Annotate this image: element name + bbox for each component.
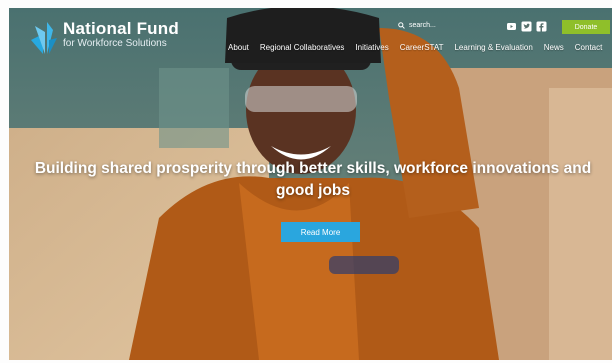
logo-mark-icon: [31, 22, 57, 54]
facebook-icon[interactable]: [536, 21, 547, 32]
nav-item-learning-evaluation[interactable]: Learning & Evaluation: [454, 43, 532, 52]
brand-name: National Fund: [63, 19, 179, 38]
hero-headline-line1: Building shared prosperity through bette…: [34, 160, 592, 177]
nav-item-news[interactable]: News: [544, 43, 564, 52]
nav-item-regional-collaboratives[interactable]: Regional Collaboratives: [260, 43, 345, 52]
hero-headline-line2: good jobs: [275, 182, 351, 199]
twitter-icon[interactable]: [521, 21, 532, 32]
social-links: [506, 21, 547, 32]
brand-tagline: for Workforce Solutions: [63, 38, 167, 49]
nav-item-contact[interactable]: Contact: [575, 43, 603, 52]
donate-button[interactable]: Donate: [562, 20, 610, 34]
page-frame: National Fund for Workforce Solutions se…: [9, 8, 612, 360]
nav-item-initiatives[interactable]: Initiatives: [355, 43, 388, 52]
main-nav: About Regional Collaboratives Initiative…: [228, 43, 602, 52]
nav-item-about[interactable]: About: [228, 43, 249, 52]
search-placeholder: search...: [409, 22, 436, 29]
hero-headline: Building shared prosperity through bette…: [23, 158, 603, 202]
search-box[interactable]: search...: [398, 22, 436, 29]
nav-item-careerstat[interactable]: CareerSTAT: [400, 43, 444, 52]
search-icon: [398, 22, 405, 29]
youtube-icon[interactable]: [506, 21, 517, 32]
brand-logo[interactable]: National Fund for Workforce Solutions: [29, 20, 179, 56]
read-more-button[interactable]: Read More: [281, 222, 360, 242]
logo-text: National Fund for Workforce Solutions: [63, 20, 179, 49]
